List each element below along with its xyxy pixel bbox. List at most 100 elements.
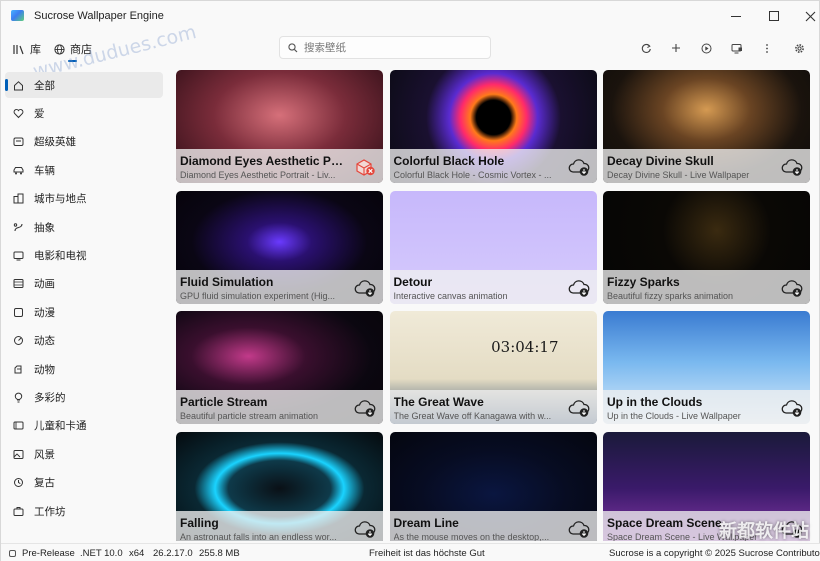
tab-library[interactable]: 库: [13, 39, 41, 59]
wallpaper-title: Dream Line: [393, 515, 459, 530]
wallpaper-card[interactable]: Colorful Black Hole Colorful Black Hole -…: [389, 70, 597, 183]
install-error-icon[interactable]: [353, 157, 377, 177]
cloud-download-icon[interactable]: [780, 157, 804, 177]
workshop-icon: [13, 506, 24, 517]
prerelease-icon: [9, 550, 16, 557]
search-input[interactable]: 搜索壁纸: [279, 36, 491, 59]
cloud-download-icon[interactable]: [353, 398, 377, 418]
wallpaper-caption: The Great Wave The Great Wave off Kanagaw…: [389, 390, 597, 424]
sidebar-item-6[interactable]: 电影和电视: [5, 242, 163, 268]
sidebar-item-15[interactable]: 工作坊: [5, 498, 163, 524]
minimize-button[interactable]: [717, 1, 755, 31]
city-icon: [13, 193, 24, 204]
sidebar-item-1[interactable]: 爱: [5, 100, 163, 126]
maximize-button[interactable]: [755, 1, 793, 31]
app-window: Sucrose Wallpaper Engine 库 商店 搜索壁纸 www.d…: [0, 0, 820, 561]
status-channel: Pre-Release: [22, 548, 75, 559]
bulb-icon: [13, 392, 24, 403]
sidebar-item-10[interactable]: 动物: [5, 356, 163, 382]
wallpaper-subtitle: GPU fluid simulation experiment (Hig...: [180, 290, 336, 301]
wallpaper-title: The Great Wave: [393, 395, 484, 409]
heart-icon: [13, 108, 24, 119]
search-placeholder: 搜索壁纸: [304, 42, 346, 54]
sidebar-item-9[interactable]: 动态: [5, 328, 163, 354]
close-button[interactable]: [791, 1, 820, 31]
add-button[interactable]: [668, 40, 684, 56]
sidebar-item-label: 复古: [34, 477, 55, 490]
sidebar-item-13[interactable]: 风景: [5, 441, 163, 467]
sidebar-item-label: 工作坊: [34, 505, 66, 518]
wallpaper-card[interactable]: Diamond Eyes Aesthetic Po... Diamond Eyes…: [176, 70, 383, 183]
globe-icon: [54, 43, 65, 55]
play-icon: [701, 43, 711, 53]
sidebar-item-label: 超级英雄: [34, 136, 76, 149]
cloud-download-icon[interactable]: [353, 278, 377, 298]
wallpaper-subtitle: As the mouse moves on the desktop,...: [393, 531, 550, 542]
sidebar-item-5[interactable]: 抽象: [5, 214, 163, 240]
cloud-download-icon[interactable]: [567, 519, 591, 539]
wallpaper-clock-text: 03:04:17: [491, 338, 559, 356]
cloud-download-icon[interactable]: [353, 519, 377, 539]
kids-icon: [13, 420, 24, 431]
status-bar: Pre-Release .NET 10.0 x64 26.2.17.0 255.…: [1, 543, 820, 561]
gear-icon: [794, 43, 804, 53]
sidebar-item-11[interactable]: 多彩的: [5, 384, 163, 410]
anime-icon: [13, 307, 24, 318]
refresh-button[interactable]: [638, 40, 654, 56]
sidebar-item-3[interactable]: 车辆: [5, 157, 163, 183]
wallpaper-caption: Decay Divine Skull Decay Divine Skull - L…: [603, 149, 810, 183]
wallpaper-subtitle: Beautiful particle stream animation: [180, 411, 319, 421]
title-bar: Sucrose Wallpaper Engine: [1, 1, 820, 31]
play-button[interactable]: [698, 40, 714, 56]
wallpaper-card[interactable]: Fizzy Sparks Beautiful fizzy sparks anima…: [603, 190, 810, 304]
wallpaper-title: Particle Stream: [180, 395, 268, 409]
wallpaper-card[interactable]: Decay Divine Skull Decay Divine Skull - L…: [603, 70, 810, 183]
sidebar-item-14[interactable]: 复古: [5, 470, 163, 496]
sidebar-item-4[interactable]: 城市与地点: [5, 186, 163, 212]
wallpaper-caption: Fluid Simulation GPU fluid simulation exp…: [176, 269, 383, 304]
wallpaper-title: Falling: [180, 515, 219, 530]
wallpaper-title: Up in the Clouds: [607, 395, 703, 409]
abstract-icon: [13, 222, 24, 233]
wallpaper-card[interactable]: Dream Line As the mouse moves on the desk…: [389, 431, 597, 542]
wallpaper-card[interactable]: Up in the Clouds Up in the Clouds - Live …: [603, 311, 810, 424]
status-memory: 255.8 MB: [199, 548, 240, 559]
wallpaper-card[interactable]: Detour Interactive canvas animation: [389, 190, 597, 304]
cloud-download-icon[interactable]: [567, 157, 591, 177]
sidebar-item-label: 儿童和卡通: [34, 420, 87, 433]
cloud-download-icon[interactable]: [567, 278, 591, 298]
display-button[interactable]: [729, 40, 745, 56]
sidebar-item-12[interactable]: 儿童和卡通: [5, 413, 163, 439]
wallpaper-card[interactable]: 03:04:17 The Great Wave The Great Wave off…: [389, 311, 597, 424]
dynamic-icon: [13, 335, 24, 346]
wallpaper-title: Diamond Eyes Aesthetic Po...: [180, 154, 345, 168]
wallpaper-card[interactable]: Fluid Simulation GPU fluid simulation exp…: [176, 190, 383, 304]
tab-store[interactable]: 商店: [54, 39, 92, 59]
sidebar-item-label: 爱: [34, 107, 45, 120]
more-options-button[interactable]: [759, 40, 775, 56]
status-arch: x64: [129, 548, 145, 559]
wallpaper-grid: Diamond Eyes Aesthetic Po... Diamond Eyes…: [173, 69, 813, 541]
cloud-download-icon[interactable]: [780, 398, 804, 418]
wallpaper-card[interactable]: Particle Stream Beautiful particle stream…: [176, 311, 383, 424]
sidebar-item-2[interactable]: 超级英雄: [5, 129, 163, 155]
animal-icon: [13, 364, 24, 375]
wallpaper-subtitle: An astronaut falls into an endless wor..…: [180, 531, 337, 542]
settings-button[interactable]: [791, 40, 807, 56]
wallpaper-card[interactable]: Falling An astronaut falls into an endles…: [176, 431, 383, 542]
status-motto: Freiheit ist das höchste Gut: [369, 548, 485, 559]
wallpaper-caption: Dream Line As the mouse moves on the desk…: [389, 510, 597, 542]
wallpaper-title: Fluid Simulation: [180, 274, 274, 289]
cloud-download-icon[interactable]: [780, 278, 804, 298]
watermark-logo-text: 新都软件站: [719, 521, 809, 541]
sidebar-item-0[interactable]: 全部: [5, 72, 163, 98]
sidebar-item-7[interactable]: 动画: [5, 271, 163, 297]
wallpaper-subtitle: Colorful Black Hole - Cosmic Vortex - ..…: [393, 170, 552, 180]
sidebar-item-8[interactable]: 动漫: [5, 299, 163, 325]
tab-library-label: 库: [30, 44, 41, 56]
wallpaper-subtitle: Interactive canvas animation: [393, 290, 508, 301]
refresh-icon: [641, 43, 651, 53]
tv-icon: [13, 250, 24, 261]
cloud-download-icon[interactable]: [567, 398, 591, 418]
sidebar-item-label: 全部: [34, 79, 55, 92]
